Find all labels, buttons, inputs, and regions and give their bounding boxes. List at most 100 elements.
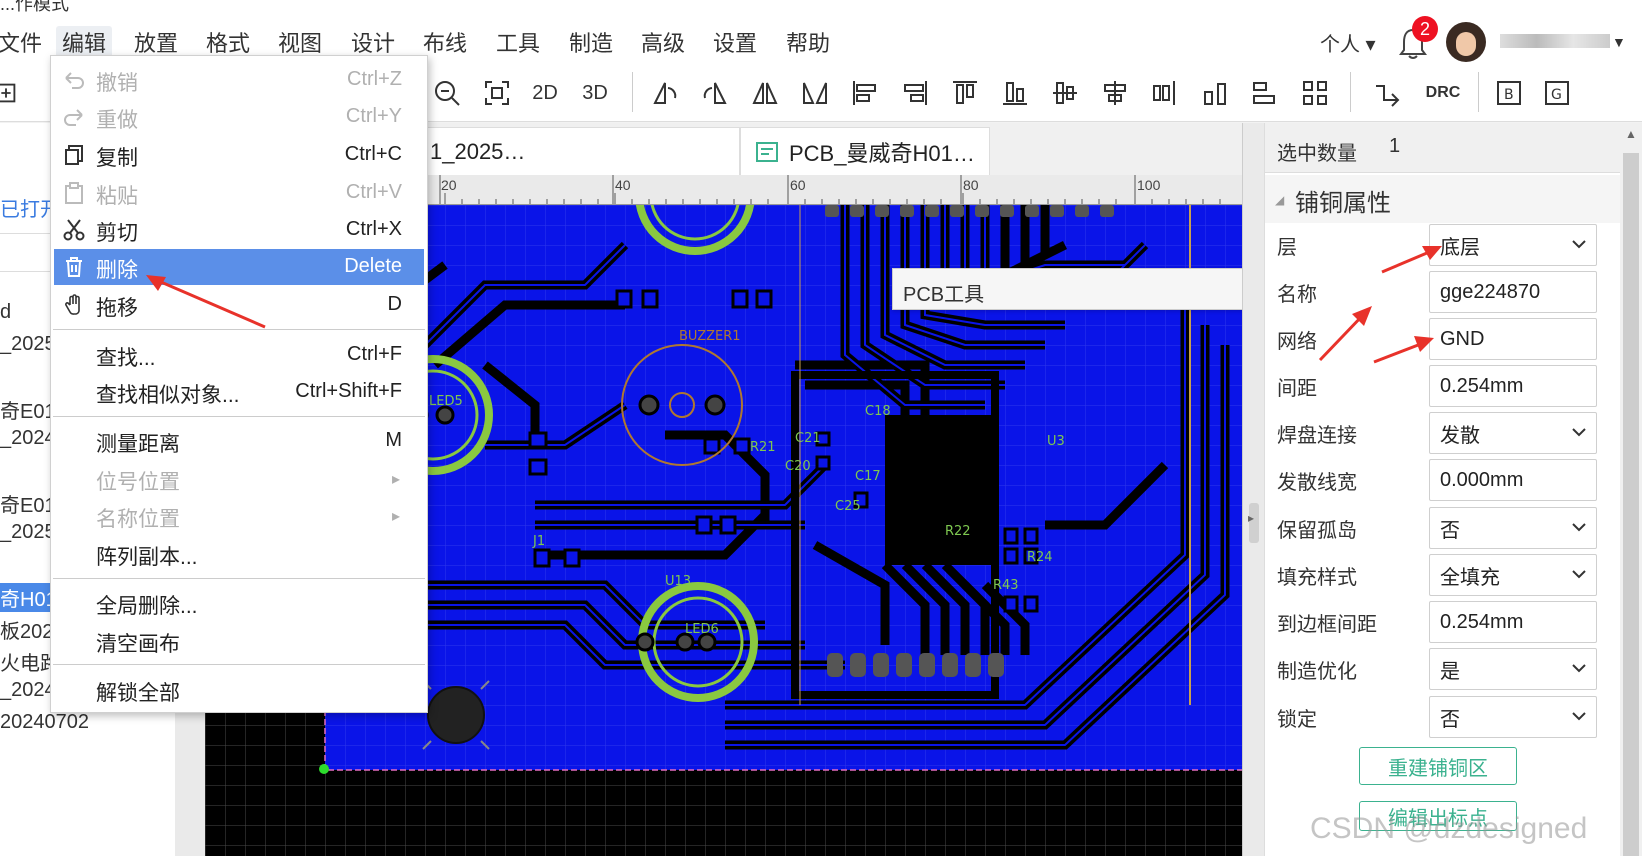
- field-value: GND: [1440, 327, 1485, 350]
- fit-view-icon[interactable]: [480, 76, 514, 110]
- menu-item-copy[interactable]: 复制 Ctrl+C: [54, 137, 424, 173]
- menu-item-label: 阵列副本...: [96, 546, 198, 569]
- username-blurred[interactable]: [1500, 34, 1610, 48]
- grid-layout-icon[interactable]: [1298, 76, 1332, 110]
- flip-horizontal-icon[interactable]: [748, 76, 782, 110]
- svg-text:G: G: [1551, 87, 1562, 103]
- menu-advanced[interactable]: 高级: [635, 26, 691, 58]
- rotate-left-icon[interactable]: [648, 76, 682, 110]
- menu-item-paste[interactable]: 粘贴 Ctrl+V: [54, 175, 424, 211]
- menu-route[interactable]: 布线: [417, 26, 473, 58]
- view-3d-button[interactable]: 3D: [578, 76, 612, 110]
- menu-separator: [53, 664, 425, 665]
- field-label: 名称: [1277, 284, 1317, 306]
- personal-dropdown[interactable]: 个人 ▾: [1320, 28, 1376, 57]
- menu-view[interactable]: 视图: [272, 26, 328, 58]
- chevron-right-icon[interactable]: ▸: [1248, 511, 1254, 525]
- view-2d-button[interactable]: 2D: [528, 76, 562, 110]
- menu-item-designator-position[interactable]: 位号位置 ▸: [54, 461, 424, 497]
- field-label: 制造优化: [1277, 661, 1357, 683]
- pad-connection-select[interactable]: 发散: [1429, 412, 1597, 454]
- menu-format[interactable]: 格式: [200, 26, 256, 58]
- rotate-right-icon[interactable]: [698, 76, 732, 110]
- menu-item-redo[interactable]: 重做 Ctrl+Y: [54, 99, 424, 135]
- tab-document-1[interactable]: 1_2025…: [415, 127, 740, 175]
- distribute-icon[interactable]: [1148, 76, 1182, 110]
- scissors-icon: [63, 219, 85, 241]
- ruler-tick: 80: [963, 177, 979, 193]
- menu-fabrication[interactable]: 制造: [563, 26, 619, 58]
- avatar[interactable]: [1446, 22, 1486, 62]
- spoke-width-input[interactable]: 0.000mm: [1429, 459, 1597, 501]
- menu-design[interactable]: 设计: [345, 26, 401, 58]
- menu-edit[interactable]: 编辑: [56, 26, 113, 58]
- menu-item-label: 撤销: [96, 72, 138, 95]
- list-item[interactable]: 20240702: [0, 711, 89, 734]
- menu-tools[interactable]: 工具: [490, 26, 546, 58]
- scrollbar-thumb[interactable]: [1623, 153, 1639, 856]
- collapse-icon[interactable]: ◢: [1275, 193, 1284, 207]
- menu-file[interactable]: 文件: [0, 26, 48, 58]
- menu-item-global-delete[interactable]: 全局删除...: [54, 585, 424, 621]
- menu-separator: [53, 578, 425, 579]
- menu-settings[interactable]: 设置: [707, 26, 763, 58]
- fab-optimize-select[interactable]: 是: [1429, 648, 1597, 690]
- ruler-tick: 60: [790, 177, 806, 193]
- notification-badge: 2: [1412, 16, 1438, 42]
- silk-label: C18: [865, 404, 891, 419]
- menu-item-label: 清空画布: [96, 633, 180, 656]
- panel-splitter[interactable]: ▸: [1242, 123, 1264, 856]
- zoom-out-icon[interactable]: [430, 76, 464, 110]
- align-left-icon[interactable]: [848, 76, 882, 110]
- rebuild-pour-button[interactable]: 重建铺铜区: [1359, 747, 1517, 785]
- keep-islands-select[interactable]: 否: [1429, 507, 1597, 549]
- menu-item-label: 复制: [96, 147, 138, 170]
- chevron-down-icon[interactable]: ▼: [1612, 34, 1626, 50]
- clearance-input[interactable]: 0.254mm: [1429, 365, 1597, 407]
- scrollbar[interactable]: ▲: [1620, 123, 1642, 856]
- board-icon[interactable]: B: [1492, 76, 1526, 110]
- align-right-icon[interactable]: [898, 76, 932, 110]
- cross-probe-icon[interactable]: [1370, 76, 1404, 110]
- net-input[interactable]: GND: [1429, 318, 1597, 360]
- tool-icon-partial[interactable]: [0, 76, 20, 110]
- menu-item-name-position[interactable]: 名称位置 ▸: [54, 498, 424, 534]
- menu-item-label: 删除: [96, 259, 138, 282]
- align-top-icon[interactable]: [948, 76, 982, 110]
- name-input[interactable]: gge224870: [1429, 271, 1597, 313]
- menu-item-clear-canvas[interactable]: 清空画布: [54, 623, 424, 659]
- menu-item-undo[interactable]: 撤销 Ctrl+Z: [54, 62, 424, 98]
- distribute-right-icon[interactable]: [1248, 76, 1282, 110]
- list-item[interactable]: 奇E01: [0, 395, 56, 424]
- lock-select[interactable]: 否: [1429, 696, 1597, 738]
- menu-item-find-similar[interactable]: 查找相似对象... Ctrl+Shift+F: [54, 374, 424, 410]
- drc-button[interactable]: DRC: [1418, 76, 1468, 110]
- flip-vertical-icon[interactable]: [798, 76, 832, 110]
- tab-label: 1_2025…: [430, 138, 526, 164]
- fill-style-select[interactable]: 全填充: [1429, 554, 1597, 596]
- menu-help[interactable]: 帮助: [780, 26, 836, 58]
- annotation-arrow: [1381, 246, 1442, 274]
- menu-item-find[interactable]: 查找... Ctrl+F: [54, 337, 424, 373]
- selection-count-value: 1: [1389, 135, 1401, 157]
- menu-item-array-copy[interactable]: 阵列副本...: [54, 536, 424, 572]
- edge-clearance-input[interactable]: 0.254mm: [1429, 601, 1597, 643]
- copper-properties-header[interactable]: ◢ 铺铜属性: [1265, 175, 1621, 223]
- align-bottom-icon[interactable]: [998, 76, 1032, 110]
- menu-item-label: 查找...: [96, 347, 156, 370]
- gerber-icon[interactable]: G: [1540, 76, 1574, 110]
- scroll-up-icon[interactable]: ▲: [1625, 127, 1637, 141]
- layer-select[interactable]: 底层: [1429, 224, 1597, 266]
- align-center-v-icon[interactable]: [1098, 76, 1132, 110]
- menu-item-unlock-all[interactable]: 解锁全部: [54, 672, 424, 708]
- annotation-arrow: [1373, 336, 1434, 364]
- align-center-h-icon[interactable]: [1048, 76, 1082, 110]
- menu-item-measure[interactable]: 测量距离 M: [54, 423, 424, 459]
- distribute-bottom-icon[interactable]: [1198, 76, 1232, 110]
- list-item[interactable]: d: [0, 301, 11, 324]
- menu-place[interactable]: 放置: [128, 26, 184, 58]
- menu-item-cut[interactable]: 剪切 Ctrl+X: [54, 212, 424, 248]
- list-item[interactable]: 奇E01: [0, 489, 56, 518]
- tab-document-pcb[interactable]: PCB_曼威奇H01…: [740, 127, 990, 175]
- field-label: 锁定: [1277, 709, 1317, 731]
